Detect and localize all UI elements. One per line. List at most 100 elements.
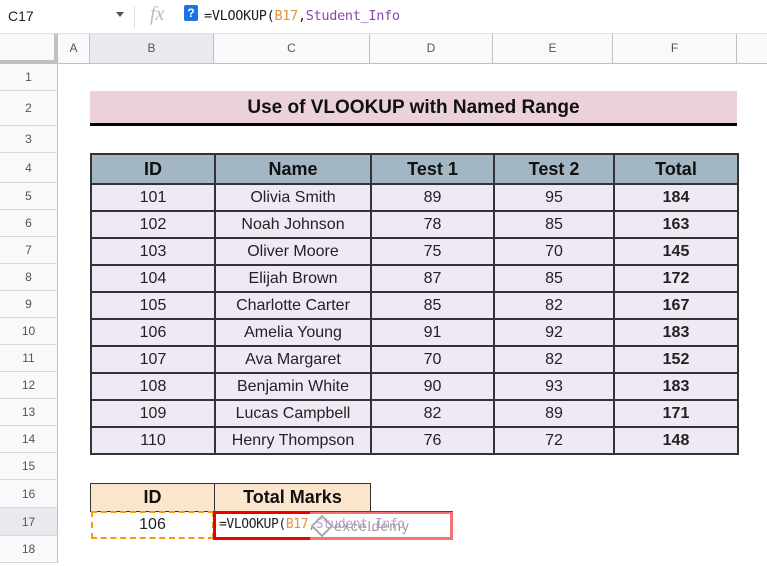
row-header-8[interactable]: 8 bbox=[0, 264, 58, 291]
cell-id[interactable]: 107 bbox=[90, 345, 216, 374]
column-header-g[interactable] bbox=[737, 34, 767, 64]
watermark-text: exceldemy bbox=[334, 518, 410, 534]
row-header-18[interactable]: 18 bbox=[0, 536, 58, 563]
row-header-15[interactable]: 15 bbox=[0, 453, 58, 480]
cell-total[interactable]: 148 bbox=[613, 426, 739, 455]
header-name: Name bbox=[214, 153, 372, 185]
cell-name[interactable]: Benjamin White bbox=[214, 372, 372, 401]
cell-total[interactable]: 171 bbox=[613, 399, 739, 428]
cell-test1[interactable]: 90 bbox=[370, 372, 495, 401]
cell-id[interactable]: 110 bbox=[90, 426, 216, 455]
column-header-a[interactable]: A bbox=[58, 34, 90, 64]
cell-test2[interactable]: 82 bbox=[493, 345, 615, 374]
column-header-b[interactable]: B bbox=[90, 34, 214, 64]
cell-name[interactable]: Elijah Brown bbox=[214, 264, 372, 293]
cell-name[interactable]: Ava Margaret bbox=[214, 345, 372, 374]
cell-test1[interactable]: 89 bbox=[370, 183, 495, 212]
row-header-3[interactable]: 3 bbox=[0, 126, 58, 153]
column-header-c[interactable]: C bbox=[214, 34, 370, 64]
row-header-11[interactable]: 11 bbox=[0, 345, 58, 372]
row-header-7[interactable]: 7 bbox=[0, 237, 58, 264]
cell-total[interactable]: 172 bbox=[613, 264, 739, 293]
cell-test1[interactable]: 91 bbox=[370, 318, 495, 347]
cell-test1[interactable]: 78 bbox=[370, 210, 495, 239]
cell-test2[interactable]: 93 bbox=[493, 372, 615, 401]
cell-id[interactable]: 108 bbox=[90, 372, 216, 401]
fx-icon: fx bbox=[150, 3, 165, 25]
cell-total[interactable]: 152 bbox=[613, 345, 739, 374]
cell-test2[interactable]: 72 bbox=[493, 426, 615, 455]
student-table: ID Name Test 1 Test 2 Total 101 Olivia Sm… bbox=[90, 153, 739, 455]
row-header-1[interactable]: 1 bbox=[0, 64, 58, 91]
select-all-corner[interactable] bbox=[0, 34, 58, 64]
cell-test1[interactable]: 82 bbox=[370, 399, 495, 428]
cell-name[interactable]: Lucas Campbell bbox=[214, 399, 372, 428]
name-box[interactable]: C17 bbox=[8, 8, 34, 24]
sheet-title: Use of VLOOKUP with Named Range bbox=[90, 91, 737, 126]
lookup-id-cell[interactable]: 106 bbox=[91, 511, 214, 539]
cell-test2[interactable]: 82 bbox=[493, 291, 615, 320]
row-header-4[interactable]: 4 bbox=[0, 153, 58, 183]
formula-ref: B17 bbox=[274, 8, 298, 24]
cell-total[interactable]: 183 bbox=[613, 372, 739, 401]
row-header-16[interactable]: 16 bbox=[0, 480, 58, 508]
table-row: 107 Ava Margaret 70 82 152 bbox=[90, 345, 739, 374]
cell-total[interactable]: 167 bbox=[613, 291, 739, 320]
cell-test2[interactable]: 70 bbox=[493, 237, 615, 266]
cell-id[interactable]: 106 bbox=[90, 318, 216, 347]
cell-total[interactable]: 183 bbox=[613, 318, 739, 347]
table-row: 109 Lucas Campbell 82 89 171 bbox=[90, 399, 739, 428]
cell-name[interactable]: Oliver Moore bbox=[214, 237, 372, 266]
cell-formula-prefix: =VLOOKUP( bbox=[219, 517, 286, 532]
watermark-logo-icon bbox=[310, 514, 334, 538]
cell-test1[interactable]: 75 bbox=[370, 237, 495, 266]
cell-id[interactable]: 102 bbox=[90, 210, 216, 239]
table-row: 102 Noah Johnson 78 85 163 bbox=[90, 210, 739, 239]
row-header-2[interactable]: 2 bbox=[0, 91, 58, 126]
row-header-14[interactable]: 14 bbox=[0, 426, 58, 453]
cell-test1[interactable]: 87 bbox=[370, 264, 495, 293]
cell-test1[interactable]: 85 bbox=[370, 291, 495, 320]
lookup-table: ID Total Marks bbox=[90, 483, 371, 512]
watermark: exceldemy bbox=[310, 512, 460, 540]
cell-id[interactable]: 105 bbox=[90, 291, 216, 320]
column-header-f[interactable]: F bbox=[613, 34, 737, 64]
lookup-header-id: ID bbox=[90, 483, 215, 512]
cell-test2[interactable]: 95 bbox=[493, 183, 615, 212]
cell-name[interactable]: Charlotte Carter bbox=[214, 291, 372, 320]
cell-test2[interactable]: 92 bbox=[493, 318, 615, 347]
cell-test2[interactable]: 89 bbox=[493, 399, 615, 428]
cell-name[interactable]: Noah Johnson bbox=[214, 210, 372, 239]
cell-name[interactable]: Amelia Young bbox=[214, 318, 372, 347]
cell-id[interactable]: 103 bbox=[90, 237, 216, 266]
formula-input[interactable]: =VLOOKUP(B17,Student_Info bbox=[204, 8, 400, 24]
help-icon[interactable]: ? bbox=[184, 5, 198, 21]
cell-total[interactable]: 184 bbox=[613, 183, 739, 212]
column-header-e[interactable]: E bbox=[493, 34, 613, 64]
cell-total[interactable]: 163 bbox=[613, 210, 739, 239]
row-header-12[interactable]: 12 bbox=[0, 372, 58, 399]
lookup-header-total: Total Marks bbox=[214, 483, 371, 512]
table-row: 106 Amelia Young 91 92 183 bbox=[90, 318, 739, 347]
cell-formula-ref: B17 bbox=[285, 517, 309, 532]
chevron-down-icon[interactable] bbox=[116, 12, 124, 17]
cell-total[interactable]: 145 bbox=[613, 237, 739, 266]
row-header-17[interactable]: 17 bbox=[0, 508, 58, 536]
row-header-9[interactable]: 9 bbox=[0, 291, 58, 318]
cell-test1[interactable]: 70 bbox=[370, 345, 495, 374]
table-row: 104 Elijah Brown 87 85 172 bbox=[90, 264, 739, 293]
row-header-6[interactable]: 6 bbox=[0, 210, 58, 237]
row-header-13[interactable]: 13 bbox=[0, 399, 58, 426]
cell-id[interactable]: 101 bbox=[90, 183, 216, 212]
row-header-5[interactable]: 5 bbox=[0, 183, 58, 210]
header-id: ID bbox=[90, 153, 216, 185]
cell-name[interactable]: Olivia Smith bbox=[214, 183, 372, 212]
cell-test1[interactable]: 76 bbox=[370, 426, 495, 455]
cell-name[interactable]: Henry Thompson bbox=[214, 426, 372, 455]
cell-id[interactable]: 109 bbox=[90, 399, 216, 428]
column-header-d[interactable]: D bbox=[370, 34, 493, 64]
row-header-10[interactable]: 10 bbox=[0, 318, 58, 345]
cell-id[interactable]: 104 bbox=[90, 264, 216, 293]
cell-test2[interactable]: 85 bbox=[493, 210, 615, 239]
cell-test2[interactable]: 85 bbox=[493, 264, 615, 293]
